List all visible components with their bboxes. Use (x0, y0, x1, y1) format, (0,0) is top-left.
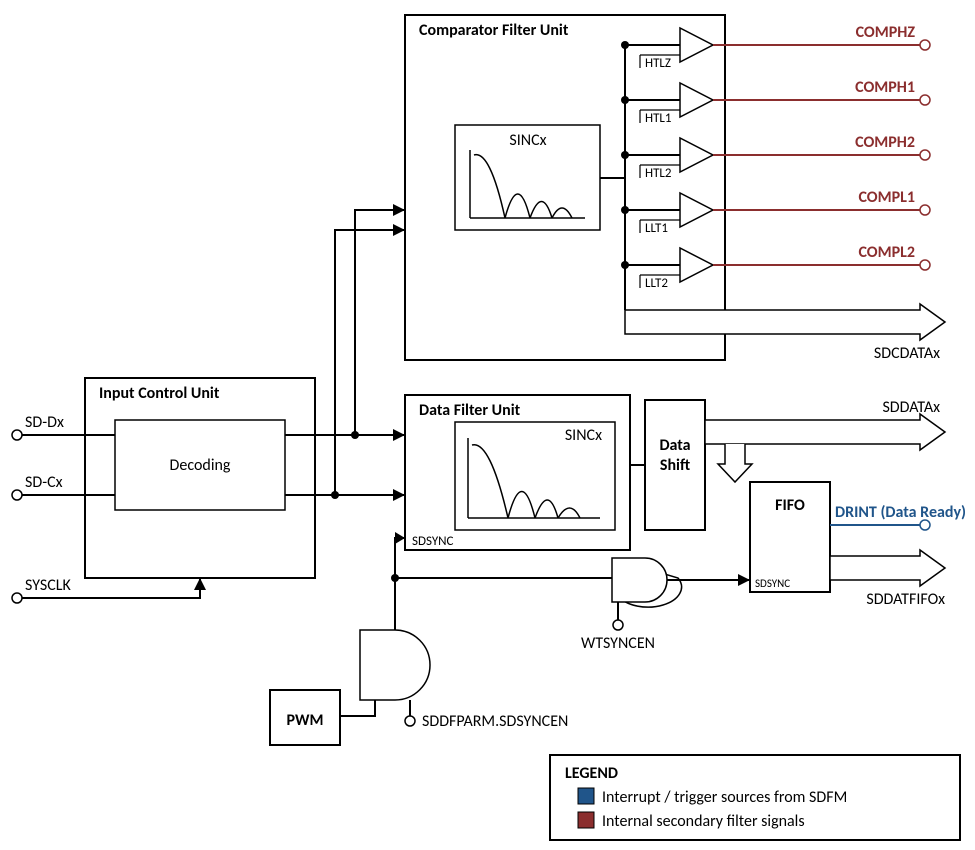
sincx-label-comparator: SINCx (509, 131, 546, 150)
sd-cx-port (12, 490, 22, 500)
sddatax-label: SDDATAx (882, 398, 940, 417)
sddatfifox-label: SDDATFIFOx (866, 590, 945, 609)
compl2-port (920, 260, 930, 270)
legend-swatch-red (578, 812, 594, 828)
fifo-label: FIFO (775, 496, 805, 515)
wtsyncen-port (613, 620, 623, 630)
and-gate-wtsync-shape (612, 558, 667, 602)
data-shift-label-2: Shift (660, 456, 690, 475)
wtsyncen-label: WTSYNCEN (581, 634, 655, 653)
llt1-label: LLT1 (645, 221, 668, 236)
compl1-label: COMPL1 (858, 188, 915, 207)
and-gate-sdsync (360, 630, 430, 700)
llt2-label: LLT2 (645, 276, 668, 291)
sd-cx-label: SD-Cx (25, 473, 63, 492)
decoding-label: Decoding (170, 456, 231, 475)
sysclk-label: SYSCLK (25, 576, 71, 595)
htl2-label: HTL2 (645, 166, 672, 181)
sd-dx-label: SD-Dx (25, 413, 64, 432)
data-shift-label-1: Data (659, 436, 690, 455)
sddatfifox-arrow (830, 550, 945, 586)
sd-dx-port (12, 430, 22, 440)
sysclk-port (12, 593, 22, 603)
comph2-port (920, 150, 930, 160)
sincx-label-data: SINCx (565, 426, 602, 445)
comphz-port (920, 40, 930, 50)
comph1-label: COMPH1 (855, 78, 915, 97)
comparator-filter-unit-title: Comparator Filter Unit (419, 21, 569, 40)
sdsync-label-fifo: SDSYNC (755, 577, 790, 590)
comph2-label: COMPH2 (855, 133, 915, 152)
compl2-label: COMPL2 (858, 243, 915, 262)
sddfparm-port (405, 716, 415, 726)
fifo-feed-arrow (718, 444, 752, 482)
legend-swatch-blue (578, 788, 594, 804)
sincx-comparator: SINCx (455, 125, 600, 230)
comphz-label: COMPHZ (856, 23, 916, 42)
sddfparm-label: SDDFPARM.SDSYNCEN (422, 712, 568, 731)
sdcdatax-label: SDCDATAx (874, 344, 940, 363)
legend-item1: Interrupt / trigger sources from SDFM (602, 788, 847, 807)
data-filter-unit-title: Data Filter Unit (419, 401, 521, 420)
htlz-label: HTLZ (645, 56, 671, 71)
htl1-label: HTL1 (645, 111, 672, 126)
sincx-data: SINCx (455, 422, 615, 530)
compl1-port (920, 205, 930, 215)
legend-title: LEGEND (565, 764, 618, 783)
sdsync-label-dfu: SDSYNC (412, 534, 454, 549)
pwm-label: PWM (287, 711, 324, 730)
legend-item2: Internal secondary filter signals (602, 812, 805, 831)
drint-label: DRINT (Data Ready) (835, 503, 966, 522)
comph1-port (920, 95, 930, 105)
block-diagram: Input Control Unit Decoding SD-Dx SD-Cx … (0, 0, 975, 850)
sdcdatax-arrow (625, 304, 945, 340)
input-control-unit-title: Input Control Unit (99, 384, 220, 403)
